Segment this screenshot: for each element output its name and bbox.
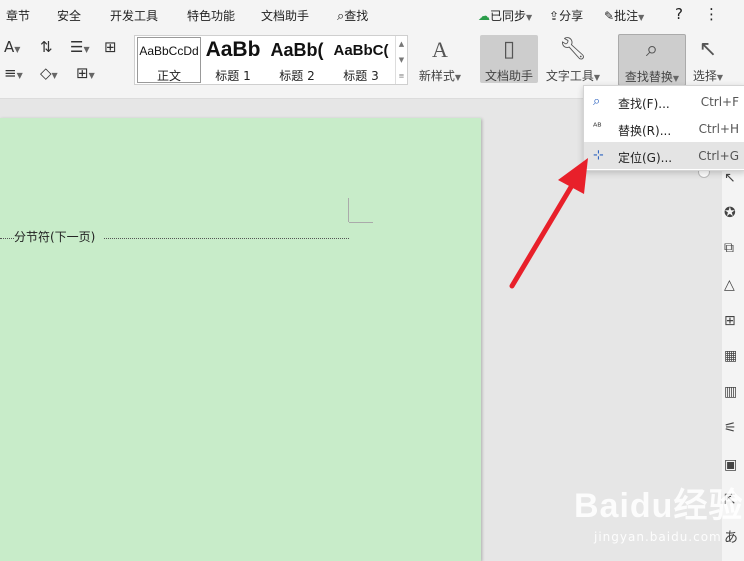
cursor-icon[interactable]: ↖ <box>724 170 736 186</box>
text-tools-label: 文字工具 <box>545 69 594 83</box>
search-icon: ⌕ <box>593 94 601 109</box>
select-label: 选择 <box>692 69 717 83</box>
style-heading-1[interactable]: AaBb 标题 1 <box>201 36 265 84</box>
style-sample: AaBb <box>205 38 261 61</box>
gallery-scroll[interactable]: ▲ ▼ ≡ <box>395 36 407 84</box>
text-tools-button[interactable]: 🔧︎ 文字工具▼ <box>542 35 604 83</box>
doc-helper-icon: ▯ <box>502 37 516 62</box>
sync-status[interactable]: ☁已同步▼ <box>478 7 532 24</box>
badge-icon[interactable]: ✪ <box>724 205 736 221</box>
margin-corner-marker <box>348 198 349 222</box>
menu-item-label: 查找(F)... <box>618 97 670 111</box>
menu-doc-helper[interactable]: 文档助手 <box>261 7 309 24</box>
new-style-label: 新样式 <box>418 69 455 83</box>
new-style-icon: A <box>432 37 448 62</box>
menu-item-shortcut: Ctrl+F <box>700 95 739 109</box>
style-name: 标题 1 <box>215 69 251 83</box>
grid-icon[interactable]: ▦ <box>724 348 737 364</box>
cloud-sync-icon: ☁ <box>478 9 490 23</box>
doc-helper-button[interactable]: ▯ 文档助手 <box>480 35 538 83</box>
table-icon[interactable]: ⊞ <box>724 313 736 329</box>
help-icon[interactable]: ? <box>675 5 683 23</box>
style-sample: AaBbCcDd <box>139 44 199 58</box>
menu-security[interactable]: 安全 <box>57 7 81 24</box>
translate-icon[interactable]: あ <box>724 527 738 547</box>
select-button[interactable]: ↖ 选择▼ <box>688 35 728 83</box>
indent-icon[interactable]: ☰▼ <box>70 38 90 59</box>
chevron-down-icon: ▼ <box>526 13 533 22</box>
comment-icon: ✎ <box>604 9 615 23</box>
share-button[interactable]: ⇪分享 <box>549 7 583 24</box>
menu-chapter[interactable]: 章节 <box>6 7 30 24</box>
text-size-icon[interactable]: A▼ <box>4 38 20 59</box>
magnifier-icon: ⌕ <box>645 37 659 62</box>
sort-icon[interactable]: ⇅ <box>40 38 53 56</box>
menu-bar: 章节 安全 开发工具 特色功能 文档助手 ⌕查找 ☁已同步▼ ⇪分享 ✎批注▼ … <box>0 0 744 30</box>
share-label: 分享 <box>559 9 584 23</box>
find-replace-button[interactable]: ⌕ 查找替换▼ <box>618 34 686 86</box>
menu-special-features[interactable]: 特色功能 <box>187 7 235 24</box>
triangle-icon[interactable]: △ <box>724 277 735 293</box>
table-border-icon[interactable]: ⊞ <box>104 38 117 56</box>
watermark-url: jingyan.baidu.com <box>594 530 722 544</box>
style-name: 正文 <box>156 69 181 83</box>
menu-item-shortcut: Ctrl+G <box>698 149 739 163</box>
replace-icon: ᴬᴮ <box>593 122 602 133</box>
line-spacing-icon[interactable]: ≡▼ <box>4 64 23 85</box>
document-page[interactable] <box>0 118 481 561</box>
menu-item-shortcut: Ctrl+H <box>698 122 739 136</box>
share-icon: ⇪ <box>549 9 560 23</box>
search-label: 查找 <box>344 9 369 23</box>
cursor-icon: ↖ <box>698 37 718 62</box>
style-name: 标题 2 <box>279 69 315 83</box>
menu-item-find[interactable]: ⌕ 查找(F)... Ctrl+F <box>584 88 744 115</box>
margin-corner-marker <box>349 222 373 223</box>
image-icon[interactable]: ▣ <box>724 457 737 473</box>
comment-label: 批注 <box>614 9 639 23</box>
new-style-button[interactable]: A 新样式▼ <box>412 35 468 83</box>
chevron-down-icon: ▼ <box>638 13 645 22</box>
shading-icon[interactable]: ◇▼ <box>40 64 58 85</box>
menu-item-label: 定位(G)... <box>618 151 673 165</box>
comment-button[interactable]: ✎批注▼ <box>604 7 644 24</box>
style-sample: AaBb( <box>270 40 324 60</box>
style-name: 标题 3 <box>343 69 379 83</box>
section-break-line <box>104 238 349 239</box>
chart-icon[interactable]: ▥ <box>724 384 737 400</box>
sliders-icon[interactable]: ⚟ <box>724 420 737 436</box>
shapes-icon[interactable]: ⧉ <box>724 240 734 256</box>
find-replace-label: 查找替换 <box>624 70 673 84</box>
wrench-icon: 🔧︎ <box>559 37 587 62</box>
section-break: 分节符(下一页) <box>14 230 96 244</box>
menu-developer-tools[interactable]: 开发工具 <box>110 7 158 24</box>
sync-label: 已同步 <box>490 9 527 23</box>
menu-item-replace[interactable]: ᴬᴮ 替换(R)... Ctrl+H <box>584 115 744 142</box>
section-break-line-left <box>0 238 14 239</box>
menu-item-goto[interactable]: ⊹ 定位(G)... Ctrl+G <box>584 142 744 169</box>
style-normal[interactable]: AaBbCcDd 正文 <box>137 37 201 83</box>
style-sample: AaBbC( <box>333 42 389 59</box>
find-replace-dropdown: ⌕ 查找(F)... Ctrl+F ᴬᴮ 替换(R)... Ctrl+H ⊹ 定… <box>583 85 744 171</box>
menu-search[interactable]: ⌕查找 <box>337 7 368 24</box>
style-gallery: AaBbCcDd 正文 AaBb 标题 1 AaBb( 标题 2 AaBbC( … <box>134 35 408 85</box>
borders-icon[interactable]: ⊞▼ <box>76 64 95 85</box>
doc-helper-label: 文档助手 <box>484 69 533 83</box>
watermark-logo: Baidu经验 <box>574 487 744 525</box>
menu-item-label: 替换(R)... <box>618 124 672 138</box>
style-heading-2[interactable]: AaBb( 标题 2 <box>265 36 329 84</box>
more-icon[interactable]: ⋮ <box>704 5 719 23</box>
annotation-arrow <box>509 158 588 289</box>
style-heading-3[interactable]: AaBbC( 标题 3 <box>329 36 393 84</box>
